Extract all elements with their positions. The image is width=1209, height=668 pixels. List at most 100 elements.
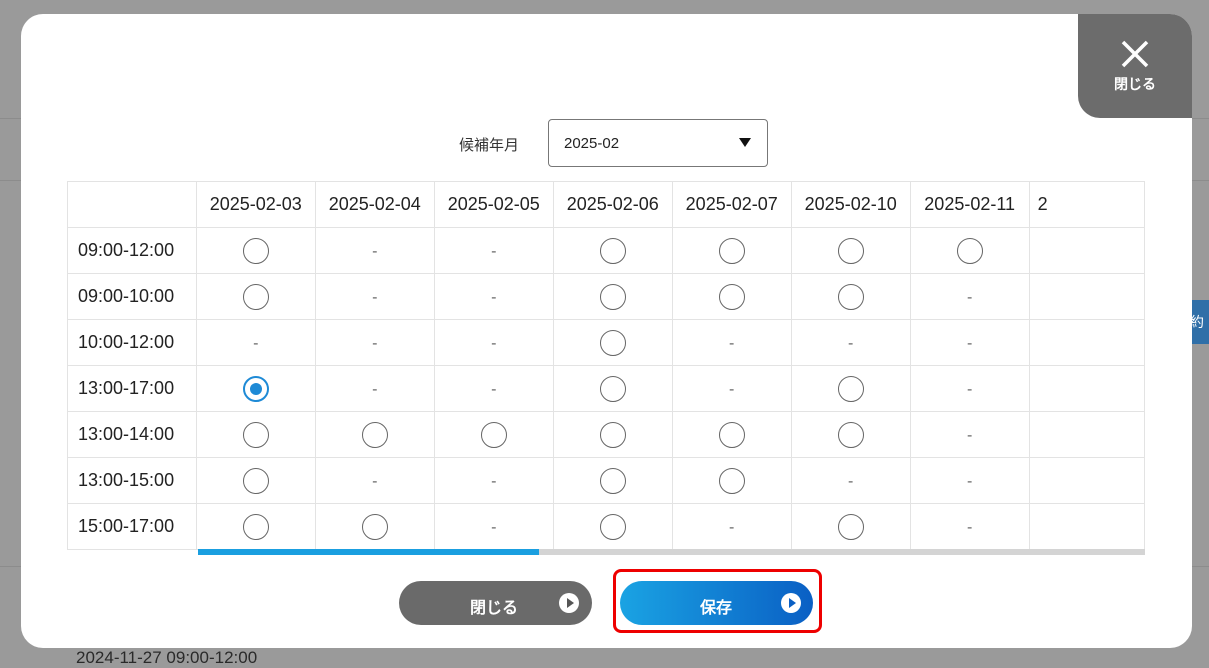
slot-cell: [552, 457, 673, 504]
modal-close-corner-button[interactable]: 閉じる: [1078, 14, 1192, 118]
slot-unavailable: -: [967, 381, 973, 398]
slot-cell: [671, 273, 792, 320]
slot-cell: -: [909, 503, 1030, 550]
slot-unavailable: -: [372, 381, 378, 398]
slot-radio[interactable]: [599, 513, 626, 540]
slot-radio[interactable]: [718, 283, 745, 310]
table-row: 09:00-12:00 - -: [67, 227, 1145, 274]
slot-cell: -: [671, 319, 792, 366]
close-button[interactable]: 閉じる: [399, 581, 592, 625]
slot-unavailable: -: [491, 289, 497, 306]
table-row: 13:00-15:00 - - - -: [67, 457, 1145, 504]
slot-radio[interactable]: [837, 283, 864, 310]
table-row: 15:00-17:00 - - -: [67, 503, 1145, 550]
slot-unavailable: -: [967, 427, 973, 444]
slot-cell: [909, 227, 1030, 274]
table-row: 10:00-12:00 - - - - - -: [67, 319, 1145, 366]
slot-cell: [314, 503, 435, 550]
time-slot-label: 13:00-15:00: [67, 457, 197, 504]
slot-unavailable: -: [967, 289, 973, 306]
slot-cell: [1028, 457, 1145, 504]
slot-radio[interactable]: [599, 421, 626, 448]
date-header: 2025-02-04: [314, 181, 435, 228]
slot-radio[interactable]: [599, 329, 626, 356]
slot-cell: [195, 273, 316, 320]
slot-unavailable: -: [491, 519, 497, 536]
slot-radio[interactable]: [956, 237, 983, 264]
slot-cell: [790, 411, 911, 458]
horizontal-scrollbar-thumb[interactable]: [198, 549, 539, 555]
slot-cell: -: [314, 457, 435, 504]
month-select[interactable]: 2025-02: [548, 119, 768, 167]
slot-cell: [195, 411, 316, 458]
slot-radio[interactable]: [242, 237, 269, 264]
slot-cell: [195, 365, 316, 412]
close-icon: [1121, 40, 1149, 68]
slot-radio[interactable]: [361, 421, 388, 448]
slot-radio[interactable]: [718, 237, 745, 264]
slot-cell: -: [909, 273, 1030, 320]
slot-radio[interactable]: [242, 421, 269, 448]
slot-cell: -: [433, 227, 554, 274]
slot-cell: [790, 273, 911, 320]
slot-radio[interactable]: [837, 421, 864, 448]
slot-cell: -: [433, 457, 554, 504]
slot-cell: [790, 365, 911, 412]
slot-cell: -: [671, 503, 792, 550]
slot-radio-selected[interactable]: [242, 375, 269, 402]
slot-radio[interactable]: [599, 467, 626, 494]
slot-cell: [671, 411, 792, 458]
time-slot-label: 10:00-12:00: [67, 319, 197, 366]
time-slot-label: 09:00-10:00: [67, 273, 197, 320]
slot-radio[interactable]: [242, 467, 269, 494]
time-slot-label: 13:00-17:00: [67, 365, 197, 412]
slot-radio[interactable]: [242, 513, 269, 540]
slot-cell: [1028, 273, 1145, 320]
table-row: 13:00-14:00 -: [67, 411, 1145, 458]
slot-cell: -: [433, 365, 554, 412]
slot-cell: -: [909, 319, 1030, 366]
slot-radio[interactable]: [599, 375, 626, 402]
date-header: 2025-02-11: [909, 181, 1030, 228]
slot-radio[interactable]: [837, 237, 864, 264]
save-button-highlight: [613, 569, 822, 633]
close-corner-label: 閉じる: [1114, 76, 1156, 92]
slot-radio[interactable]: [361, 513, 388, 540]
slot-cell: [790, 227, 911, 274]
time-header-cell: [67, 181, 197, 228]
slot-radio[interactable]: [242, 283, 269, 310]
slot-radio[interactable]: [718, 467, 745, 494]
background-row-text: 2024-11-27 09:00-12:00: [76, 648, 258, 667]
slot-cell: -: [314, 227, 435, 274]
slot-radio[interactable]: [480, 421, 507, 448]
slot-radio[interactable]: [837, 513, 864, 540]
slot-radio[interactable]: [718, 421, 745, 448]
slot-unavailable: -: [372, 289, 378, 306]
slot-cell: -: [790, 319, 911, 366]
slot-unavailable: -: [372, 473, 378, 490]
slot-cell: [552, 227, 673, 274]
date-header: 2025-02-03: [195, 181, 316, 228]
slot-cell: -: [790, 457, 911, 504]
slot-cell: -: [433, 503, 554, 550]
slot-radio[interactable]: [837, 375, 864, 402]
slot-cell: -: [314, 319, 435, 366]
slot-unavailable: -: [848, 335, 854, 352]
slot-unavailable: -: [967, 473, 973, 490]
slot-cell: -: [195, 319, 316, 366]
slot-cell: -: [314, 273, 435, 320]
slot-radio[interactable]: [599, 283, 626, 310]
slot-cell: -: [433, 319, 554, 366]
date-header: 2025-02-07: [671, 181, 792, 228]
slot-unavailable: -: [729, 335, 735, 352]
slot-unavailable: -: [372, 335, 378, 352]
slot-radio[interactable]: [599, 237, 626, 264]
background-reserve-button[interactable]: 約: [1190, 300, 1209, 344]
slot-unavailable: -: [729, 519, 735, 536]
slot-cell: [1028, 411, 1145, 458]
schedule-table-scroll-area[interactable]: 2025-02-03 2025-02-04 2025-02-05 2025-02…: [67, 181, 1145, 551]
slot-cell: [314, 411, 435, 458]
time-slot-label: 15:00-17:00: [67, 503, 197, 550]
month-select-value: 2025-02: [564, 135, 620, 152]
slot-cell: [790, 503, 911, 550]
